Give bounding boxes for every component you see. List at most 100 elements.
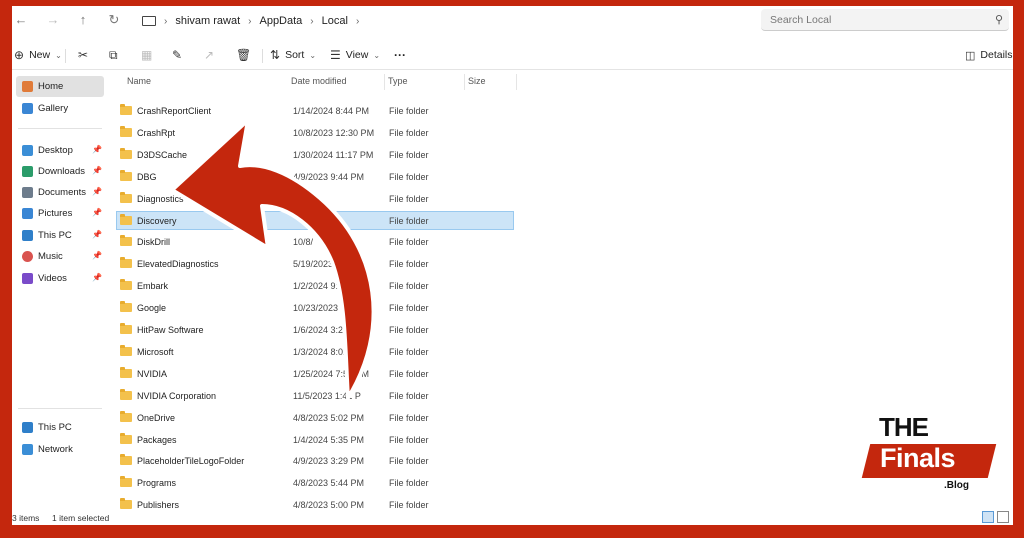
rename-button[interactable]: ✎: [172, 46, 182, 64]
file-date: 1/2/2024 9:59 PM: [293, 281, 365, 292]
paste-button[interactable]: ▦: [141, 46, 152, 64]
file-type: File folder: [389, 346, 429, 357]
sidebar-item-label: Desktop: [38, 145, 73, 156]
chevron-right-icon: ›: [248, 15, 252, 27]
tiles-view-icon[interactable]: [997, 511, 1009, 523]
sidebar-item-label: Documents: [38, 187, 87, 198]
sidebar-item-videos[interactable]: Videos 📌: [16, 268, 104, 289]
file-name: Packages: [137, 434, 177, 445]
table-row[interactable]: D3DSCache 1/30/2024 11:17 PM File folder: [116, 145, 514, 164]
table-row[interactable]: DiskDrill 10/8/File folder: [116, 232, 514, 251]
pin-icon[interactable]: 📌: [92, 230, 102, 239]
downloads-icon: [22, 166, 33, 177]
videos-icon: [22, 273, 33, 284]
details-view-icon[interactable]: [982, 511, 994, 523]
table-row[interactable]: Diagnostics File folder: [116, 189, 514, 208]
column-header-type[interactable]: Type: [388, 76, 408, 86]
file-type: File folder: [389, 127, 429, 138]
sidebar-item-home[interactable]: Home: [16, 76, 104, 97]
file-name: NVIDIA: [137, 368, 168, 379]
column-divider[interactable]: [384, 74, 385, 90]
selection-count: 1 item selected: [52, 513, 110, 523]
breadcrumb-item[interactable]: AppData: [259, 15, 302, 27]
file-date: 1/3/2024 8:01 PM: [293, 346, 365, 357]
more-options-button[interactable]: ···: [394, 46, 406, 64]
file-type: File folder: [389, 434, 429, 445]
table-row[interactable]: Discovery File folder: [116, 210, 514, 230]
view-button[interactable]: ☰ View ⌄: [330, 46, 380, 64]
desktop-icon: [22, 145, 33, 156]
breadcrumb-item[interactable]: shivam rawat: [175, 15, 240, 27]
sidebar-item-downloads[interactable]: Downloads 📌: [16, 161, 104, 182]
sidebar-item-documents[interactable]: Documents 📌: [16, 182, 104, 203]
pin-icon[interactable]: 📌: [92, 251, 102, 260]
view-label: View: [345, 49, 369, 61]
navigation-pane: Home Gallery Desktop 📌 Downloads 📌 Docum…: [12, 70, 112, 510]
forward-icon[interactable]: →: [44, 11, 62, 29]
pin-icon[interactable]: 📌: [92, 145, 102, 154]
search-input[interactable]: Search Local ⚲: [761, 9, 1009, 31]
table-row[interactable]: NVIDIA 1/25/2024 7:54 PM File folder: [116, 364, 514, 383]
pin-icon[interactable]: 📌: [92, 208, 102, 217]
up-icon[interactable]: ↑: [74, 11, 92, 29]
back-icon[interactable]: ←: [12, 11, 30, 29]
search-placeholder: Search Local: [770, 14, 832, 26]
pin-icon[interactable]: 📌: [92, 187, 102, 196]
file-type: File folder: [389, 390, 429, 401]
sidebar-item-desktop[interactable]: Desktop 📌: [16, 140, 104, 161]
sidebar-item-label: Music: [38, 251, 63, 262]
table-row[interactable]: CrashRpt 10/8/2023 12:30 PM File folder: [116, 123, 514, 142]
table-row[interactable]: OneDrive 4/8/2023 5:02 PM File folder: [116, 408, 514, 427]
divider: [18, 408, 102, 409]
table-row[interactable]: PlaceholderTileLogoFolder 4/9/2023 3:29 P…: [116, 451, 514, 470]
column-divider[interactable]: [464, 74, 465, 90]
column-header-date[interactable]: Date modified: [291, 76, 347, 86]
table-row[interactable]: Google 10/23/2023 4:46 PM File folder: [116, 298, 514, 317]
table-row[interactable]: Programs 4/8/2023 5:44 PM File folder: [116, 473, 514, 492]
sidebar-item-music[interactable]: Music 📌: [16, 246, 104, 267]
file-list: Name Date modified Type Size CrashReport…: [112, 70, 532, 510]
folder-icon: [120, 235, 132, 247]
details-button[interactable]: ◫ Details: [965, 46, 1013, 64]
sidebar-item-network[interactable]: Network: [16, 439, 104, 460]
breadcrumb-item[interactable]: Local: [322, 15, 348, 27]
column-header-name[interactable]: Name: [127, 76, 151, 86]
folder-icon: [120, 125, 132, 137]
column-header-size[interactable]: Size: [468, 76, 486, 86]
new-button[interactable]: ⊕ New ⌄: [14, 46, 62, 64]
table-row[interactable]: Microsoft 1/3/2024 8:01 PM File folder: [116, 342, 514, 361]
share-button[interactable]: ↗: [204, 46, 214, 64]
chevron-right-icon[interactable]: ›: [356, 16, 359, 27]
file-date: 11/5/2023 1:41 P: [293, 390, 361, 401]
file-name: DiskDrill: [137, 237, 170, 248]
table-row[interactable]: NVIDIA Corporation 11/5/2023 1:41 P File f…: [116, 386, 514, 405]
file-type: File folder: [389, 106, 429, 116]
sort-button[interactable]: ⇅ Sort ⌄: [270, 46, 316, 64]
sidebar-item-gallery[interactable]: Gallery: [16, 98, 104, 119]
refresh-icon[interactable]: ↻: [105, 11, 123, 29]
folder-icon: [120, 191, 132, 203]
pc-icon: [22, 230, 33, 241]
file-name: NVIDIA Corporation: [137, 390, 217, 401]
file-name: Microsoft: [137, 346, 174, 357]
cut-button[interactable]: ✂: [78, 46, 88, 64]
column-divider[interactable]: [516, 74, 517, 90]
table-row[interactable]: Embark 1/2/2024 9:59 PM File folder: [116, 276, 514, 295]
delete-button[interactable]: 🗑: [236, 46, 251, 64]
table-row[interactable]: ElevatedDiagnostics 5/19/2023 6:55 File fo…: [116, 254, 514, 273]
pin-icon[interactable]: 📌: [92, 273, 102, 282]
folder-icon: [120, 454, 132, 466]
details-pane-icon: ◫: [965, 49, 976, 62]
table-row[interactable]: HitPaw Software 1/6/2024 3:28 PM File fold…: [116, 320, 514, 339]
table-row[interactable]: DBG 4/9/2023 9:44 PM File folder: [116, 167, 514, 186]
copy-button[interactable]: ⧉: [109, 46, 118, 64]
sidebar-item-pictures[interactable]: Pictures 📌: [16, 203, 104, 224]
folder-icon: [120, 257, 132, 269]
pin-icon[interactable]: 📌: [92, 166, 102, 175]
folder-icon: [120, 301, 132, 313]
table-row[interactable]: CrashReportClient 1/14/2024 8:44 PM File f…: [116, 101, 514, 120]
sidebar-item-this-pc[interactable]: This PC 📌: [16, 225, 104, 246]
table-row[interactable]: Packages 1/4/2024 5:35 PM File folder: [116, 430, 514, 449]
status-bar: 3 items 1 item selected: [12, 510, 1013, 525]
sidebar-item-this-pc[interactable]: This PC: [16, 417, 104, 438]
